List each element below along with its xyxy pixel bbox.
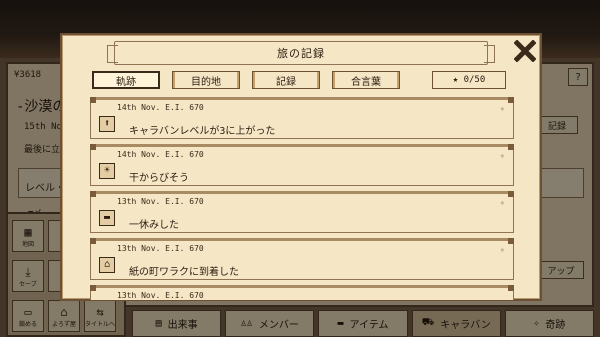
entry-date: 13th Nov. E.I. 670 [117,291,204,300]
journey-log-dialog: 旅の記録 軌跡 目的地 記録 合言葉 ★ 0/50 14th Nov. E.I.… [60,33,542,301]
town-icon: ⌂ [99,257,115,273]
entry-date: 14th Nov. E.I. 670 [117,150,204,159]
log-list[interactable]: 14th Nov. E.I. 670 ⬆ キャラバンレベルが3に上がった ★ 1… [90,97,514,300]
star-icon[interactable]: ★ [500,198,505,208]
close-button[interactable] [512,38,538,64]
list-item[interactable]: 14th Nov. E.I. 670 ☀ 干からびそう ★ [90,144,514,186]
entry-date: 13th Nov. E.I. 670 [117,244,204,253]
entry-text: 一休みした [129,220,179,231]
star-counter: ★ 0/50 [432,71,506,89]
list-item[interactable]: 13th Nov. E.I. 670 ⌂ 紙の町ワラクに到着した ★ [90,238,514,280]
rest-icon: ▬ [99,210,115,226]
entry-text: キャラバンレベルが3に上がった [129,126,276,137]
tab-records[interactable]: 記録 [252,71,320,89]
sun-icon: ☀ [99,163,115,179]
star-icon[interactable]: ★ [500,104,505,114]
dialog-title: 旅の記録 [277,47,325,60]
entry-text: 紙の町ワラクに到着した [129,267,239,278]
list-item[interactable]: 13th Nov. E.I. 670 ▬ 一休みした ★ [90,191,514,233]
dialog-title-frame: 旅の記録 [107,41,495,65]
list-item[interactable]: 14th Nov. E.I. 670 ⬆ キャラバンレベルが3に上がった ★ [90,97,514,139]
entry-date: 14th Nov. E.I. 670 [117,103,204,112]
tab-destination[interactable]: 目的地 [172,71,240,89]
star-icon[interactable]: ★ [500,151,505,161]
tab-trajectory[interactable]: 軌跡 [92,71,160,89]
entry-text: 干からびそう [129,173,189,184]
up-arrow-icon: ⬆ [99,116,115,132]
close-icon [514,40,536,62]
tab-passwords[interactable]: 合言葉 [332,71,400,89]
star-icon[interactable]: ★ [500,245,505,255]
list-item[interactable]: 13th Nov. E.I. 670 [90,285,514,300]
entry-date: 13th Nov. E.I. 670 [117,197,204,206]
